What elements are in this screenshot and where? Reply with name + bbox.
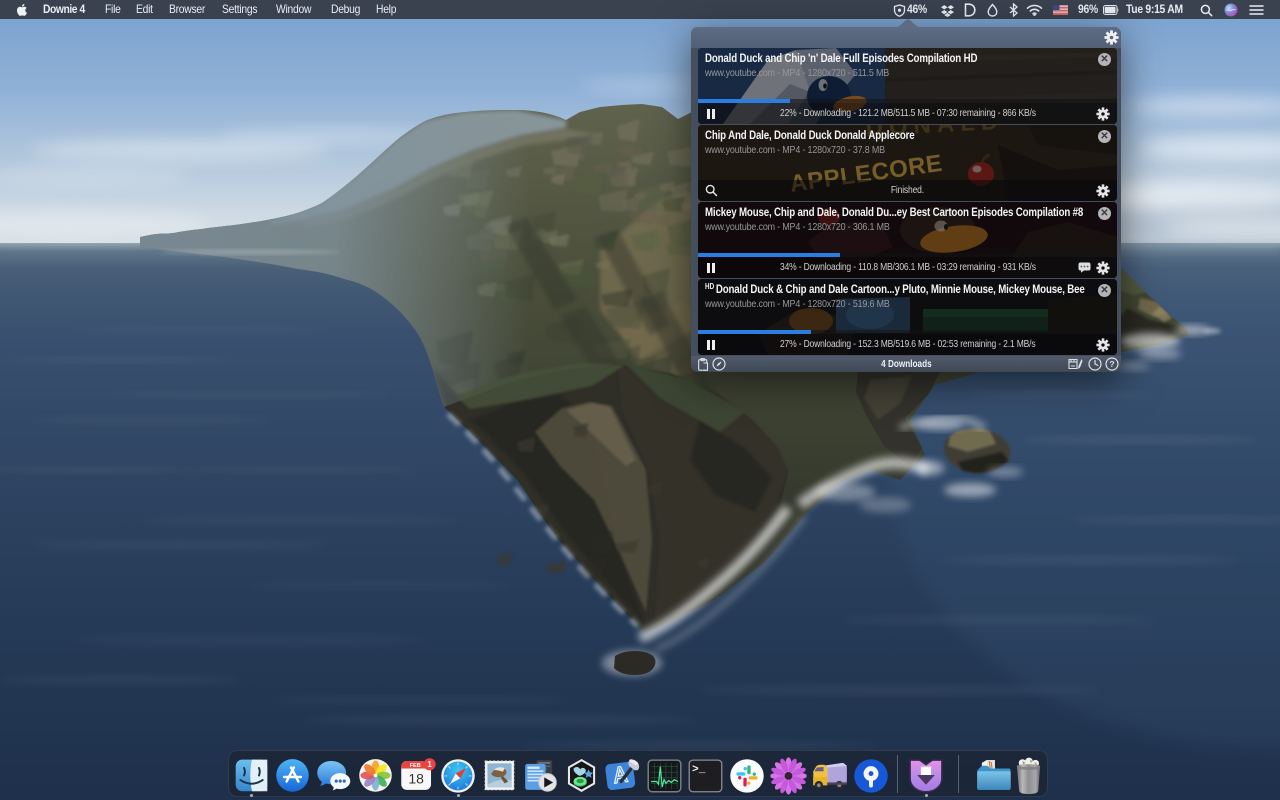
svg-text:FEB: FEB	[410, 763, 421, 769]
svg-text:?: ?	[1109, 359, 1114, 369]
svg-text:>_: >_	[692, 764, 706, 776]
svg-text:18: 18	[408, 770, 424, 786]
svg-text:1: 1	[427, 760, 432, 769]
